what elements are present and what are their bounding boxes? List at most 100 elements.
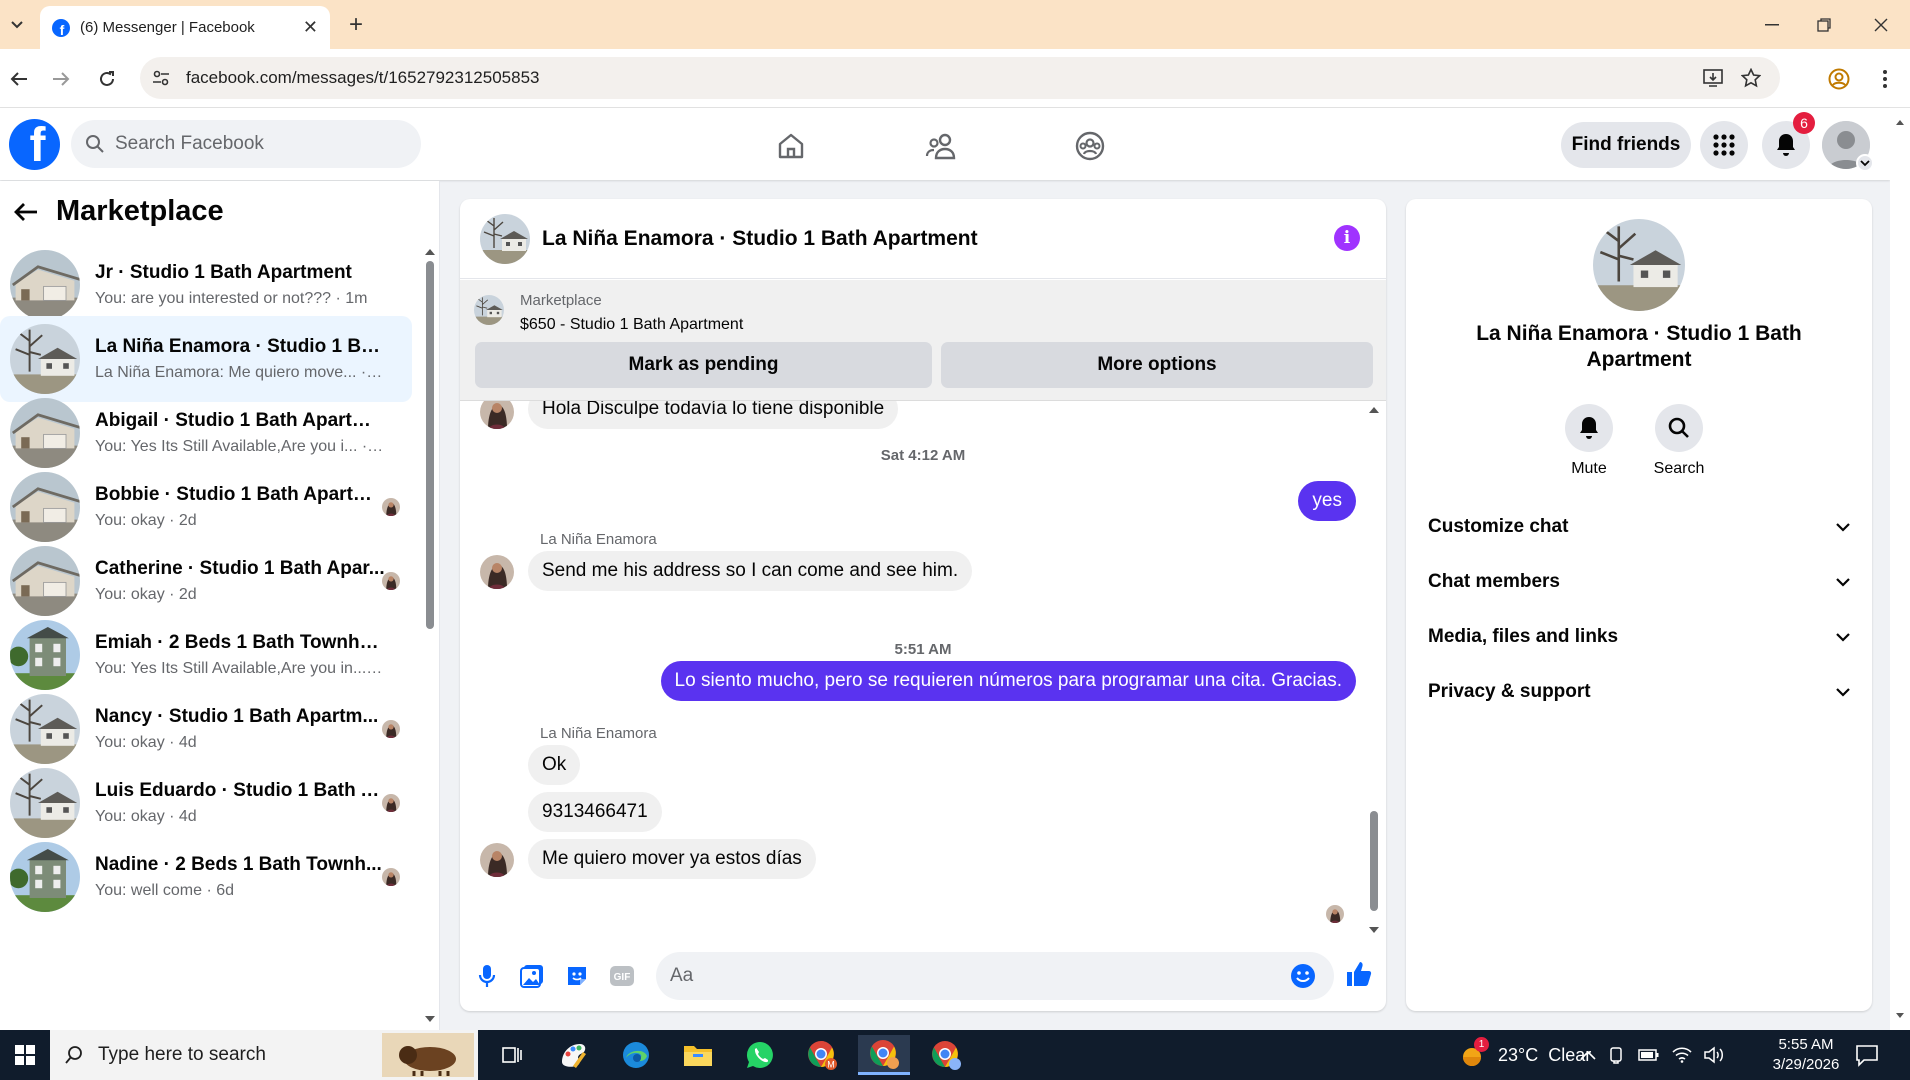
- info-icon[interactable]: i: [1334, 225, 1360, 251]
- clock-time: 5:55 AM: [1778, 1036, 1834, 1053]
- chrome-profile-icon[interactable]: [920, 1035, 972, 1075]
- system-tray: [1580, 1030, 1724, 1080]
- install-app-icon[interactable]: [1698, 63, 1728, 93]
- tab-title: (6) Messenger | Facebook: [80, 19, 255, 36]
- system-clock[interactable]: 5:55 AM 3/29/2026: [1766, 1035, 1846, 1075]
- sidebar-scrollbar[interactable]: [422, 181, 438, 1030]
- battery-icon[interactable]: [1638, 1048, 1660, 1062]
- sender-avatar[interactable]: [480, 401, 514, 429]
- profile-avatar-large[interactable]: [1593, 219, 1685, 311]
- new-tab-button[interactable]: +: [342, 11, 370, 39]
- conversation-info-panel: La Niña Enamora · Studio 1 Bath Apartmen…: [1406, 199, 1872, 1011]
- tab-list-chevron-icon[interactable]: [4, 12, 30, 38]
- taskbar-search[interactable]: [50, 1030, 478, 1080]
- groups-icon[interactable]: [1070, 126, 1110, 166]
- listing-thumbnail: [10, 768, 80, 838]
- media-files-links-section[interactable]: Media, files and links: [1416, 614, 1862, 660]
- paint-app-icon[interactable]: [548, 1035, 600, 1075]
- sticker-icon[interactable]: [562, 961, 592, 991]
- conversation-item[interactable]: Nadine · 2 Beds 1 Bath Townh... You: well…: [0, 834, 412, 920]
- facebook-favicon-icon: f: [52, 18, 70, 37]
- home-icon[interactable]: [771, 126, 811, 166]
- address-bar[interactable]: facebook.com/messages/t/1652792312505853: [140, 57, 1780, 99]
- listing-thumbnail[interactable]: [474, 295, 504, 325]
- message-input[interactable]: [656, 952, 1334, 1000]
- facebook-logo-icon[interactable]: f: [9, 119, 60, 170]
- url-text[interactable]: facebook.com/messages/t/1652792312505853: [186, 68, 1698, 88]
- minimize-icon[interactable]: [1755, 10, 1789, 40]
- meet-now-icon[interactable]: [1608, 1046, 1626, 1064]
- mute-button[interactable]: Mute: [1549, 404, 1629, 478]
- message-incoming: Me quiero mover ya estos días: [528, 839, 816, 879]
- listing-thumbnail: [10, 398, 80, 468]
- facebook-header: f Find friends 6: [0, 108, 1890, 180]
- facebook-search[interactable]: [71, 120, 421, 168]
- back-arrow-icon[interactable]: [4, 64, 34, 94]
- gif-icon[interactable]: GIF: [607, 961, 637, 991]
- mark-as-pending-button[interactable]: Mark as pending: [475, 342, 932, 388]
- chat-title[interactable]: La Niña Enamora · Studio 1 Bath Apartmen…: [542, 227, 978, 251]
- message-incoming: Send me his address so I can come and se…: [528, 551, 973, 591]
- reload-icon[interactable]: [92, 64, 122, 94]
- more-options-button[interactable]: More options: [941, 342, 1373, 388]
- chat-header[interactable]: La Niña Enamora · Studio 1 Bath Apartmen…: [460, 199, 1386, 279]
- task-view-icon[interactable]: [486, 1035, 538, 1075]
- listing-thumbnail: [10, 546, 80, 616]
- customize-chat-section[interactable]: Customize chat: [1416, 504, 1862, 550]
- windows-start-icon[interactable]: [0, 1030, 50, 1080]
- message-text-field[interactable]: [670, 965, 1270, 987]
- weather-text: 23°C Clear: [1498, 1044, 1592, 1065]
- marketplace-listing-card: Marketplace $650 - Studio 1 Bath Apartme…: [460, 280, 1386, 401]
- chat-members-section[interactable]: Chat members: [1416, 559, 1862, 605]
- chevron-up-icon[interactable]: [1580, 1050, 1596, 1060]
- facebook-search-input[interactable]: [115, 133, 385, 155]
- browser-menu-icon[interactable]: [1870, 64, 1900, 94]
- chrome-profile-m-icon[interactable]: M: [796, 1035, 848, 1075]
- photo-icon[interactable]: [517, 961, 547, 991]
- account-chevron-icon[interactable]: [1856, 154, 1874, 172]
- message-incoming: 9313466471: [528, 792, 662, 832]
- microphone-icon[interactable]: [472, 961, 502, 991]
- search-in-conversation-button[interactable]: Search: [1639, 404, 1719, 478]
- browser-toolbar: facebook.com/messages/t/1652792312505853: [0, 49, 1910, 108]
- find-friends-button[interactable]: Find friends: [1561, 122, 1691, 168]
- back-arrow-icon[interactable]: [14, 202, 38, 222]
- forward-arrow-icon[interactable]: [46, 64, 76, 94]
- bookmark-star-icon[interactable]: [1736, 63, 1766, 93]
- volume-icon[interactable]: [1704, 1046, 1724, 1064]
- privacy-support-section[interactable]: Privacy & support: [1416, 669, 1862, 715]
- weather-widget[interactable]: 1 23°C Clear: [1458, 1030, 1591, 1080]
- edge-browser-icon[interactable]: [610, 1035, 662, 1075]
- emoji-icon[interactable]: [1290, 963, 1316, 989]
- sender-avatar[interactable]: [480, 843, 514, 877]
- chrome-active-icon[interactable]: [858, 1035, 910, 1075]
- browser-tab-messenger[interactable]: f (6) Messenger | Facebook ✕: [40, 6, 330, 49]
- tab-close-icon[interactable]: ✕: [303, 17, 318, 38]
- search-icon: [65, 1046, 82, 1064]
- restore-icon[interactable]: [1807, 10, 1841, 40]
- chat-avatar[interactable]: [480, 214, 530, 264]
- close-window-icon[interactable]: [1864, 10, 1898, 40]
- listing-title[interactable]: $650 - Studio 1 Bath Apartment: [520, 316, 743, 334]
- chat-panel: La Niña Enamora · Studio 1 Bath Apartmen…: [460, 199, 1386, 1011]
- whatsapp-icon[interactable]: [734, 1035, 786, 1075]
- chat-scrollbar[interactable]: [1366, 401, 1382, 941]
- seen-avatar: [382, 794, 400, 812]
- clock-date: 3/29/2026: [1772, 1056, 1840, 1073]
- profile-icon[interactable]: [1824, 64, 1854, 94]
- wifi-icon[interactable]: [1672, 1047, 1692, 1063]
- section-label: Customize chat: [1428, 516, 1569, 537]
- site-settings-icon[interactable]: [146, 63, 176, 93]
- notification-badge: 6: [1793, 112, 1815, 134]
- conversation-name: Abigail · Studio 1 Bath Apartment: [95, 410, 385, 431]
- page-scrollbar[interactable]: [1890, 108, 1910, 1030]
- taskbar-search-input[interactable]: [98, 1044, 358, 1066]
- friends-icon[interactable]: [921, 126, 961, 166]
- sender-avatar[interactable]: [480, 555, 514, 589]
- menu-grid-icon[interactable]: [1700, 121, 1748, 169]
- search-label: Search: [1653, 460, 1705, 477]
- like-thumb-icon[interactable]: [1344, 959, 1374, 989]
- notification-center-icon[interactable]: [1854, 1042, 1880, 1068]
- bell-icon: [1580, 417, 1598, 439]
- file-explorer-icon[interactable]: [672, 1035, 724, 1075]
